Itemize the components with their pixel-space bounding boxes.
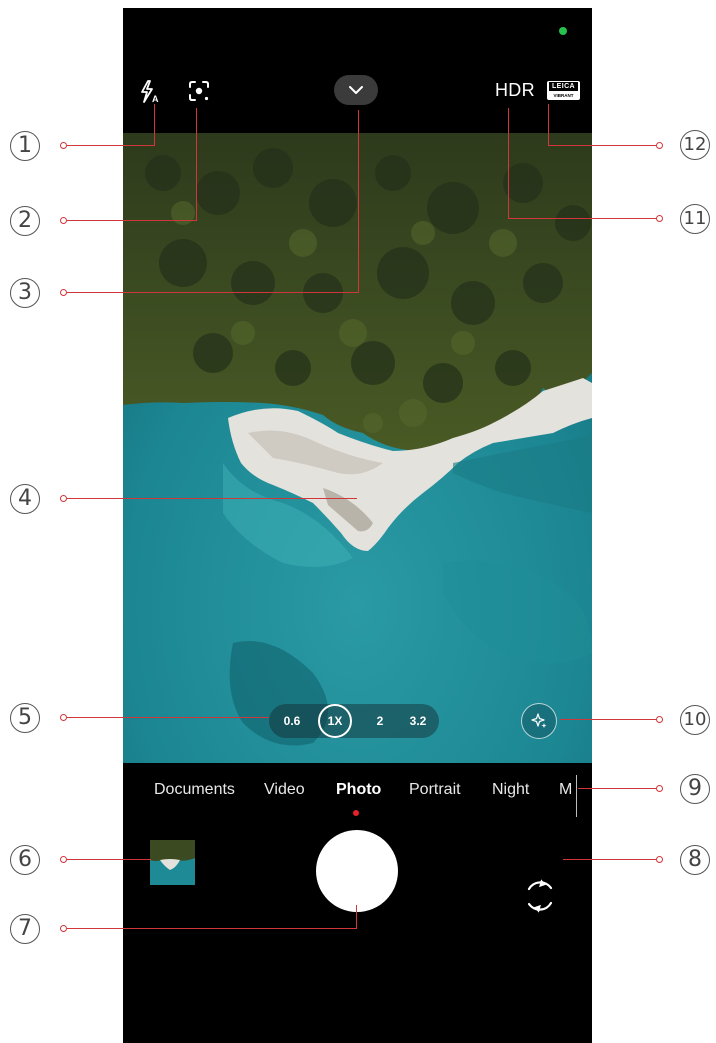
mode-night[interactable]: Night <box>492 781 529 799</box>
callout-number: 4 <box>10 484 40 514</box>
callout-line <box>154 104 156 146</box>
callout-line <box>67 928 357 930</box>
zoom-2x-button[interactable]: 2 <box>363 704 397 738</box>
mode-more[interactable]: M <box>559 781 572 799</box>
switch-camera-icon[interactable] <box>521 875 559 917</box>
callout-number: 1 <box>10 131 40 161</box>
privacy-indicator-dot <box>559 27 567 35</box>
callout-number: 6 <box>10 845 40 875</box>
callout-endpoint <box>60 142 67 149</box>
callout-endpoint <box>60 925 67 932</box>
callout-number: 5 <box>10 703 40 733</box>
mode-portrait[interactable]: Portrait <box>409 781 461 799</box>
callout-number: 10 <box>680 705 710 735</box>
zoom-0.6-button[interactable]: 0.6 <box>275 704 309 738</box>
zoom-selector: 0.6 1X 2 3.2 <box>269 704 439 738</box>
callout-line <box>509 218 656 220</box>
flash-auto-icon[interactable]: A <box>139 80 161 104</box>
callout-number: 11 <box>680 204 710 234</box>
callout-line <box>508 108 510 219</box>
callout-line <box>67 220 197 222</box>
callout-endpoint <box>60 495 67 502</box>
callout-number: 3 <box>10 278 40 308</box>
leica-label: LEICA <box>549 82 578 91</box>
callout-line <box>67 498 357 500</box>
gallery-thumbnail[interactable] <box>150 840 195 885</box>
ai-sparkle-icon <box>531 713 547 728</box>
callout-endpoint <box>60 289 67 296</box>
callout-line <box>358 110 360 293</box>
callout-number: 9 <box>680 774 710 804</box>
callout-line <box>67 145 155 147</box>
callout-endpoint <box>656 142 663 149</box>
more-options-button[interactable] <box>334 75 378 105</box>
callout-number: 2 <box>10 206 40 236</box>
mode-documents[interactable]: Documents <box>154 781 235 799</box>
callout-endpoint <box>656 856 663 863</box>
callout-number: 12 <box>680 130 710 160</box>
callout-endpoint <box>60 856 67 863</box>
leica-sub-label: VIBRANT <box>553 93 574 98</box>
callout-number: 8 <box>680 845 710 875</box>
callout-line <box>560 719 656 721</box>
callout-line <box>578 788 656 790</box>
mode-photo[interactable]: Photo <box>336 781 381 799</box>
shutter-button[interactable] <box>316 830 398 912</box>
callout-line <box>67 292 359 294</box>
callout-line <box>549 145 656 147</box>
callout-line <box>356 905 358 929</box>
callout-line <box>563 859 656 861</box>
callout-endpoint <box>656 785 663 792</box>
callout-line <box>67 717 269 719</box>
mode-carousel-edge <box>576 775 577 817</box>
callout-endpoint <box>656 215 663 222</box>
svg-text:A: A <box>152 94 159 104</box>
zoom-3.2x-button[interactable]: 3.2 <box>401 704 435 738</box>
chevron-down-icon <box>349 86 363 94</box>
callout-line <box>196 108 198 221</box>
callout-endpoint <box>656 716 663 723</box>
google-lens-icon[interactable] <box>187 79 211 103</box>
callout-endpoint <box>60 217 67 224</box>
hdr-toggle[interactable]: HDR <box>495 80 535 101</box>
callout-endpoint <box>60 714 67 721</box>
callout-line <box>67 859 151 861</box>
callout-line <box>548 104 550 146</box>
mode-video[interactable]: Video <box>264 781 305 799</box>
leica-look-button[interactable]: LEICA VIBRANT <box>547 81 580 100</box>
ai-camera-button[interactable] <box>521 703 557 739</box>
zoom-1x-button[interactable]: 1X <box>318 704 352 738</box>
callout-number: 7 <box>10 914 40 944</box>
active-mode-indicator <box>353 810 359 816</box>
